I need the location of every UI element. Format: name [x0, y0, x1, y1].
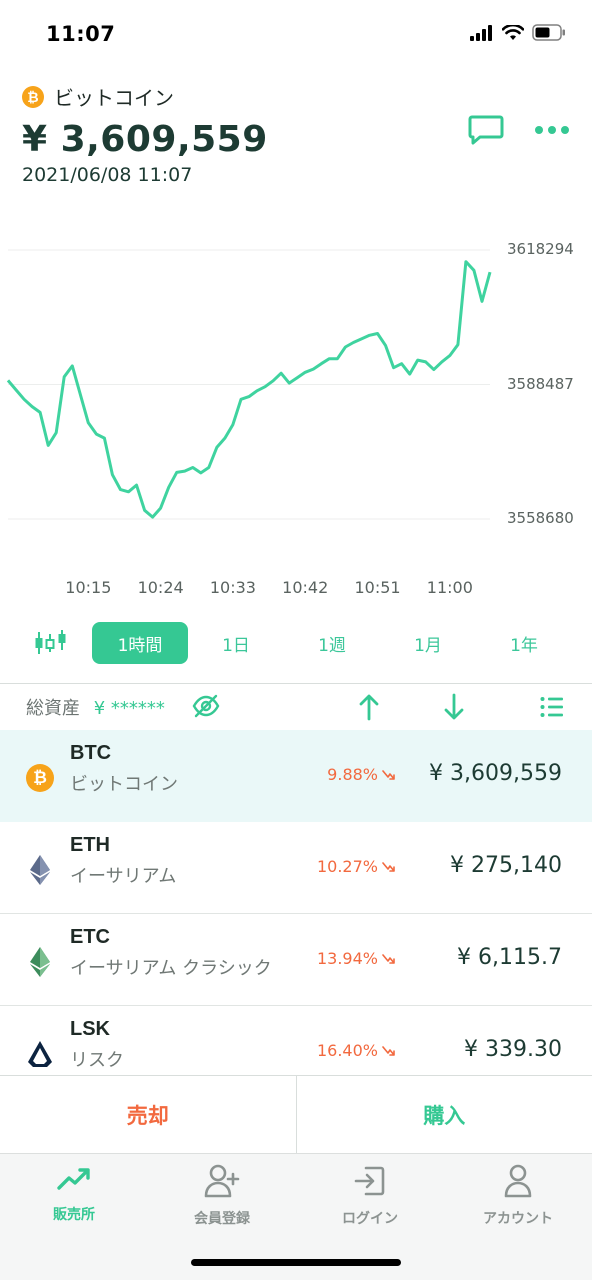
tab-label: 会員登録 — [194, 1211, 250, 1227]
sort-ascending-icon[interactable] — [358, 693, 380, 721]
coin-symbol: ETH — [70, 834, 110, 856]
coin-change: 13.94% — [317, 949, 396, 968]
trend-down-icon — [382, 861, 395, 872]
assets-bar: 総資産 ¥ ****** — [0, 683, 592, 729]
trade-bar: 売却 購入 — [0, 1075, 592, 1153]
bitcoin-icon: ₿ — [26, 764, 54, 792]
x-tick-label: 10:42 — [282, 578, 329, 597]
x-tick-label: 10:51 — [354, 578, 401, 597]
add-user-icon — [204, 1164, 240, 1198]
x-tick-label: 11:00 — [426, 578, 473, 597]
total-assets-label: 総資産 — [26, 698, 80, 719]
ethereum-icon — [26, 855, 54, 885]
tab-label: 販売所 — [53, 1207, 95, 1223]
ethereum-classic-icon — [26, 947, 54, 977]
account-icon — [504, 1164, 532, 1198]
change-value: 13.94% — [316, 949, 378, 968]
coin-name: ビットコイン — [54, 86, 174, 110]
lisk-icon — [26, 1040, 54, 1068]
coin-price: ¥ 6,115.7 — [457, 945, 562, 970]
coin-name: イーサリアム クラシック — [70, 958, 272, 979]
eye-hidden-icon[interactable] — [192, 694, 220, 718]
coin-name: ビットコイン — [70, 774, 178, 795]
trend-down-icon — [382, 953, 395, 964]
coin-row-etc[interactable]: ETC イーサリアム クラシック 13.94% ¥ 6,115.7 — [0, 914, 592, 1006]
wifi-icon — [502, 24, 524, 40]
y-tick-label: 3618294 — [507, 240, 574, 258]
range-tab[interactable]: 1日 — [188, 622, 284, 664]
chat-icon[interactable] — [468, 114, 504, 146]
coin-change: 10.27% — [317, 857, 396, 876]
range-tab[interactable]: 1時間 — [92, 622, 188, 664]
price-line — [6, 260, 492, 519]
tab-account[interactable]: アカウント — [444, 1164, 592, 1244]
price-chart[interactable]: 3618294 3588487 3558680 10:15 10:24 10:33 10:… — [0, 230, 592, 610]
range-tab[interactable]: 1月 — [380, 622, 476, 664]
tab-login[interactable]: ログイン — [296, 1164, 444, 1244]
range-tab[interactable]: 1週 — [284, 622, 380, 664]
trending-up-icon — [57, 1168, 90, 1190]
coin-header: ₿ ビットコイン ¥ 3,609,559 2021/06/08 11:07 — [22, 82, 570, 202]
x-tick-label: 10:24 — [137, 578, 184, 597]
coin-price: ¥ 275,140 — [450, 853, 562, 878]
range-tab[interactable]: 1年 — [476, 622, 572, 664]
tab-exchange[interactable]: 販売所 — [0, 1164, 148, 1244]
home-indicator — [191, 1259, 401, 1266]
login-icon — [354, 1166, 385, 1196]
coin-change: 16.40% — [317, 1041, 396, 1060]
coin-name: イーサリアム — [70, 866, 177, 887]
price-chart-svg — [6, 249, 492, 520]
signal-icon — [470, 24, 492, 41]
bitcoin-logo-icon: ₿ — [22, 85, 44, 108]
coin-price: ¥ 3,609,559 — [429, 761, 562, 786]
coin-name-row: ₿ ビットコイン — [22, 82, 570, 111]
x-tick-label: 10:33 — [209, 578, 256, 597]
range-selector: 1時間 1日 1週 1月 1年 — [0, 620, 592, 666]
coin-row-eth[interactable]: ETH イーサリアム 10.27% ¥ 275,140 — [0, 822, 592, 914]
change-value: 9.88% — [327, 765, 378, 784]
change-value: 10.27% — [316, 857, 378, 876]
candlestick-icon[interactable] — [34, 630, 68, 656]
battery-icon — [532, 24, 565, 41]
trend-down-icon — [382, 1045, 395, 1056]
coin-symbol: LSK — [70, 1018, 110, 1040]
status-bar: 11:07 — [0, 0, 592, 70]
coin-price: ¥ 339.30 — [464, 1037, 562, 1062]
status-icons — [470, 24, 566, 41]
coin-row-btc[interactable]: ₿ BTC ビットコイン 9.88% ¥ 3,609,559 — [0, 730, 592, 822]
y-tick-label: 3588487 — [507, 374, 574, 393]
tab-register[interactable]: 会員登録 — [148, 1164, 296, 1244]
coin-change: 9.88% — [327, 765, 396, 784]
total-assets: 総資産 ¥ ****** — [26, 694, 165, 720]
tab-label: ログイン — [342, 1211, 398, 1227]
coin-symbol: ETC — [70, 926, 110, 948]
status-time: 11:07 — [46, 22, 116, 46]
more-options-icon[interactable] — [534, 125, 570, 135]
sort-descending-icon[interactable] — [443, 693, 465, 721]
trend-down-icon — [382, 769, 395, 780]
sell-button[interactable]: 売却 — [0, 1076, 297, 1153]
coin-name: リスク — [70, 1050, 124, 1071]
x-tick-label: 10:15 — [65, 578, 112, 597]
coin-row-lsk[interactable]: LSK リスク 16.40% ¥ 339.30 — [0, 1006, 592, 1075]
header-actions — [468, 114, 570, 146]
tab-label: アカウント — [483, 1211, 553, 1227]
coin-symbol: BTC — [70, 742, 112, 764]
change-value: 16.40% — [316, 1041, 378, 1060]
buy-button[interactable]: 購入 — [297, 1076, 592, 1153]
y-tick-label: 3558680 — [507, 509, 574, 527]
total-assets-value: ¥ ****** — [93, 698, 165, 719]
price-timestamp: 2021/06/08 11:07 — [22, 164, 193, 186]
list-view-icon[interactable] — [540, 696, 564, 718]
